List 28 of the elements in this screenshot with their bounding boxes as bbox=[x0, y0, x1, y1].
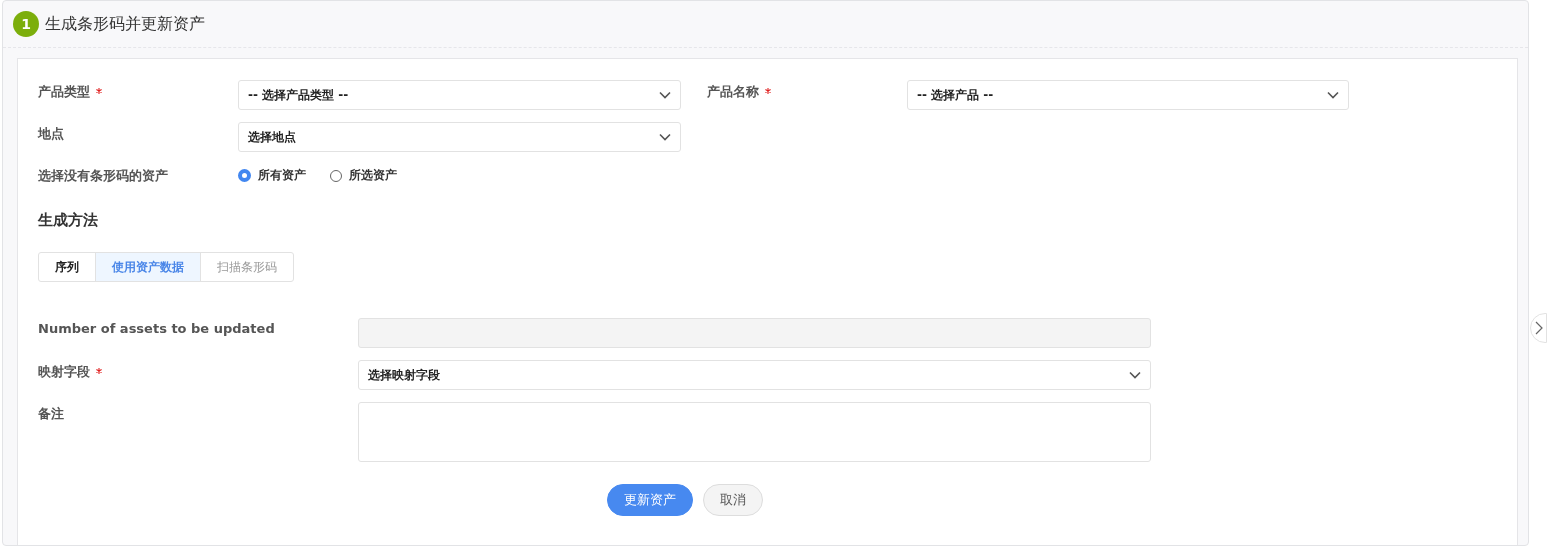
field-label: Number of assets to be updated bbox=[38, 321, 275, 336]
select-field[interactable]: 选择映射字段 bbox=[358, 360, 1151, 390]
field-label: 映射字段 bbox=[38, 363, 90, 381]
panel-title: 生成条形码并更新资产 bbox=[45, 13, 205, 35]
field-label: 选择没有条形码的资产 bbox=[38, 167, 168, 185]
required-icon bbox=[96, 368, 102, 374]
notes-field[interactable] bbox=[358, 402, 1151, 462]
select-field[interactable]: 选择地点 bbox=[238, 122, 681, 152]
field-label: 地点 bbox=[38, 125, 64, 143]
step-badge: 1 bbox=[13, 11, 39, 37]
required-icon bbox=[765, 88, 771, 94]
field-label: 产品类型 bbox=[38, 83, 90, 101]
field-label: 备注 bbox=[38, 405, 64, 423]
collapse-handle[interactable] bbox=[1530, 313, 1547, 343]
chevron-down-icon bbox=[1129, 371, 1141, 379]
cancel-button[interactable]: 取消 bbox=[703, 484, 763, 516]
chevron-down-icon bbox=[659, 133, 671, 141]
field-label: 产品名称 bbox=[707, 83, 759, 101]
chevron-down-icon bbox=[1327, 91, 1339, 99]
section-heading: 生成方法 bbox=[38, 211, 99, 230]
tab[interactable]: 序列 bbox=[39, 253, 95, 281]
chevron-down-icon bbox=[659, 91, 671, 99]
select-field[interactable]: -- 选择产品类型 -- bbox=[238, 80, 681, 110]
radio-option[interactable]: 所有资产 bbox=[238, 167, 306, 184]
chevron-right-icon bbox=[1534, 321, 1543, 335]
select-field[interactable]: -- 选择产品 -- bbox=[907, 80, 1349, 110]
required-icon bbox=[96, 88, 102, 94]
radio-option[interactable]: 所选资产 bbox=[330, 167, 397, 184]
